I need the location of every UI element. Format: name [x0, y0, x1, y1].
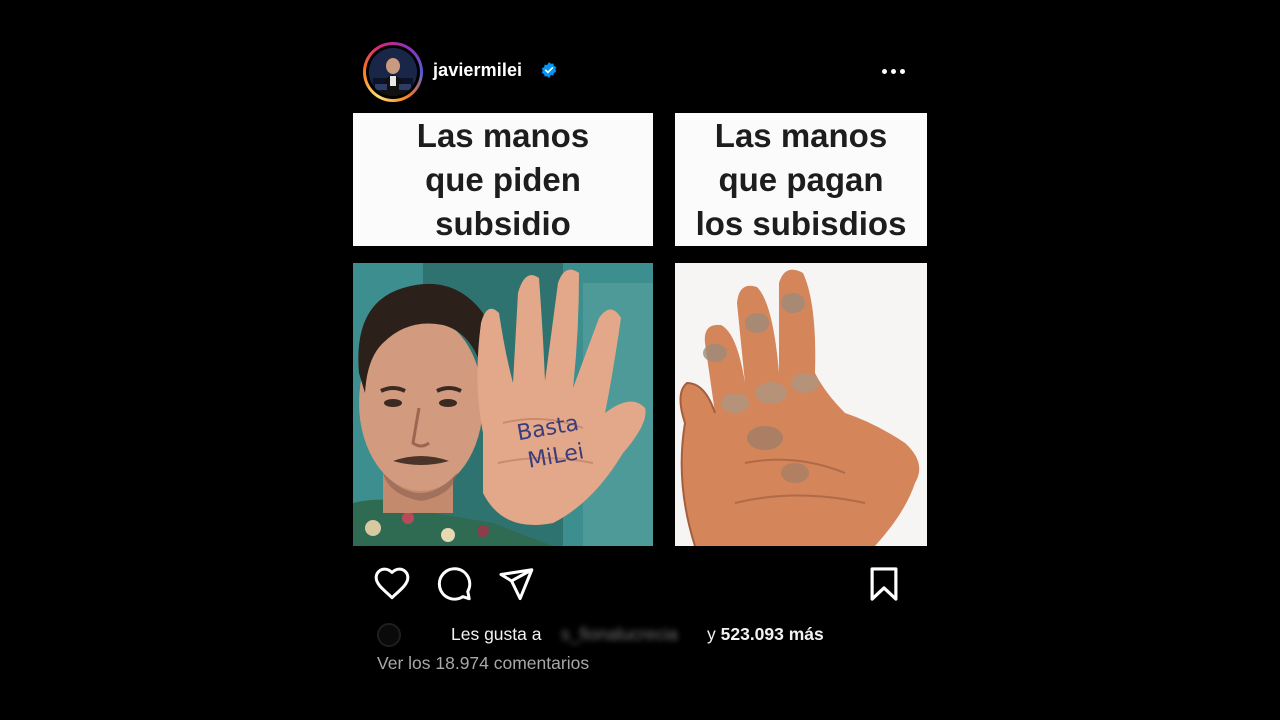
photo-raised-palm: Basta MiLei	[353, 263, 653, 546]
bookmark-icon[interactable]	[865, 565, 903, 603]
view-comments-link[interactable]: Ver los 18.974 comentarios	[377, 653, 589, 674]
comment-icon[interactable]	[435, 565, 473, 603]
story-ring[interactable]	[363, 42, 423, 102]
likes-count-value: 523.093 más	[720, 624, 824, 644]
meme-caption-left: Las manos que piden subsidio	[353, 113, 653, 246]
meme-caption-right: Las manos que pagan los subisdios	[675, 113, 927, 246]
more-options-icon[interactable]	[878, 60, 908, 82]
verified-badge-icon	[541, 62, 557, 78]
post-header: javiermilei	[363, 42, 908, 102]
likes-connector: y	[707, 624, 716, 644]
photo-worn-hand	[675, 263, 927, 546]
liker-username[interactable]: s_fionalucrecia	[561, 624, 678, 645]
username[interactable]: javiermilei	[433, 60, 522, 81]
heart-icon[interactable]	[373, 565, 411, 603]
action-bar	[373, 565, 903, 605]
likes-prefix: Les gusta a	[451, 624, 542, 644]
send-icon[interactable]	[497, 565, 535, 603]
post-image[interactable]: Las manos que piden subsidio Las manos q…	[353, 113, 927, 546]
avatar[interactable]	[369, 48, 417, 96]
avatar-photo	[369, 48, 417, 96]
likes-count[interactable]: y 523.093 más	[707, 624, 824, 645]
liker-avatar[interactable]	[377, 623, 401, 647]
